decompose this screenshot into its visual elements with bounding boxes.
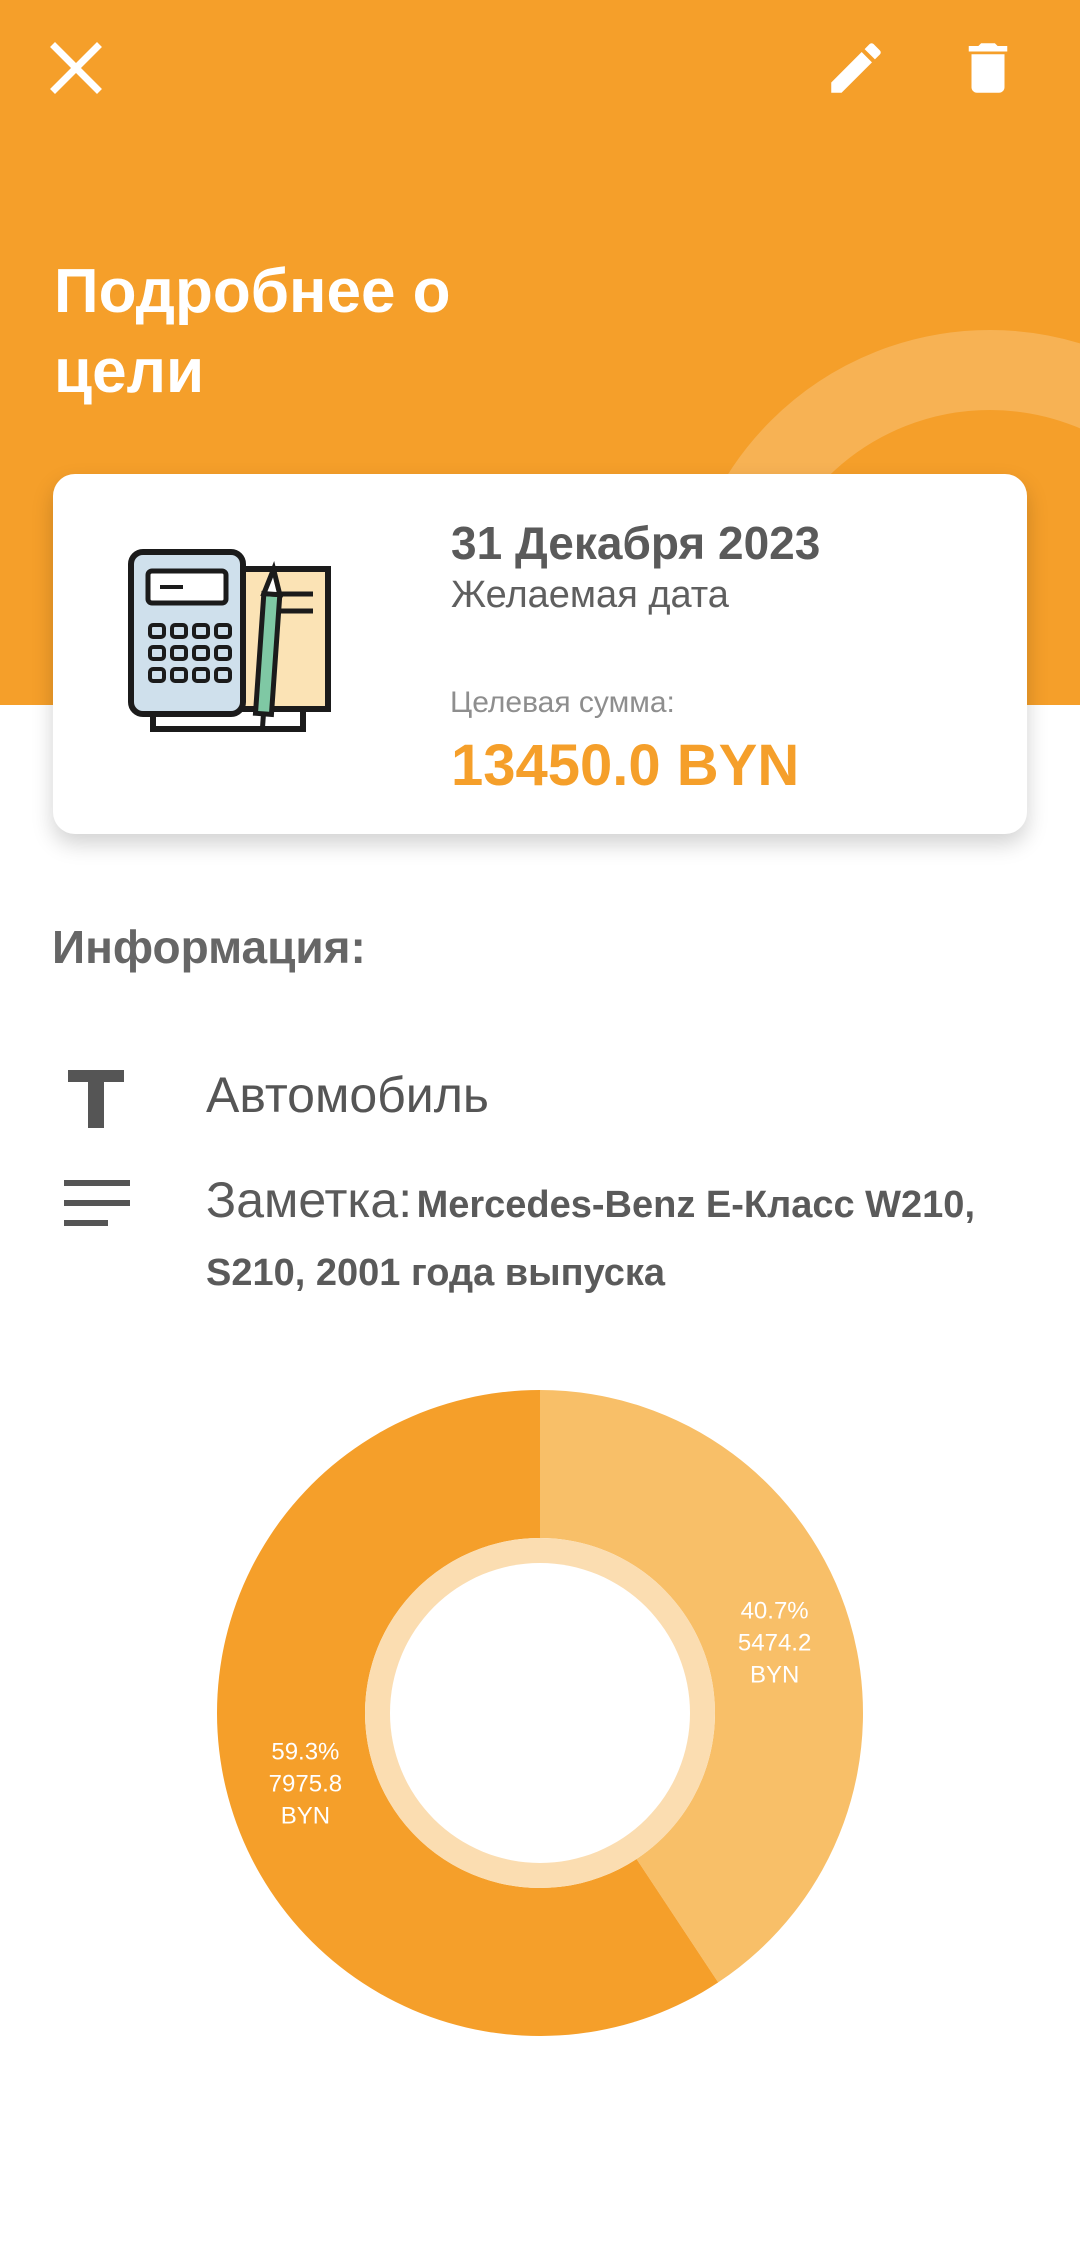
- trash-icon: [968, 43, 1008, 93]
- donut-hole: [390, 1563, 690, 1863]
- progress-donut-chart: 40.7% 5474.2 BYN 59.3% 7975.8 BYN: [0, 1380, 1080, 2060]
- close-button[interactable]: [36, 28, 116, 108]
- text-title-icon: [68, 1070, 124, 1128]
- delete-button[interactable]: [948, 28, 1028, 108]
- calculator-document-icon: [128, 549, 331, 732]
- target-amount-value: 13450.0 BYN: [451, 733, 800, 798]
- goal-date: 31 Декабря 2023: [451, 517, 821, 569]
- info-section-title: Информация:: [52, 921, 366, 973]
- pencil-icon: [831, 43, 881, 93]
- edit-button[interactable]: [816, 28, 896, 108]
- goal-card: 31 Декабря 2023 Желаемая дата Целевая су…: [53, 474, 1027, 834]
- notes-lines-icon: [64, 1180, 130, 1226]
- close-icon: [50, 42, 102, 94]
- note-label: Заметка:: [206, 1172, 413, 1228]
- goal-note: Заметка: Mercedes-Benz E-Класс W210, S21…: [206, 1170, 1036, 1311]
- page-title: Подробнее о цели: [54, 257, 451, 406]
- date-caption: Желаемая дата: [451, 574, 729, 616]
- target-amount-label: Целевая сумма:: [450, 686, 675, 719]
- goal-name: Автомобиль: [206, 1067, 489, 1123]
- donut-svg: 40.7% 5474.2 BYN59.3% 7975.8 BYN: [217, 1390, 863, 2036]
